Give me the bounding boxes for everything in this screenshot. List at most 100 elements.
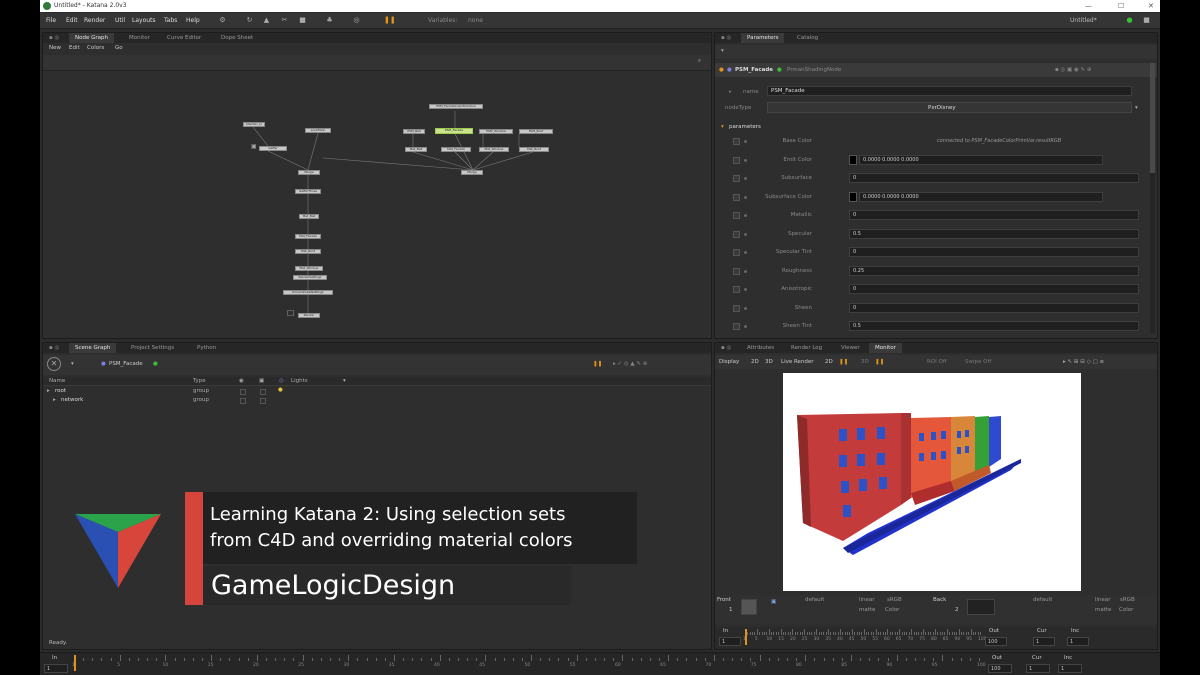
node-mat-roof[interactable]: Mat_Roof xyxy=(519,147,549,152)
node-mat-window-assign[interactable]: Mat_Window xyxy=(295,266,323,271)
display-label[interactable]: Display xyxy=(719,359,739,365)
eye-column-icon[interactable]: ◉ xyxy=(239,378,244,384)
node-mat-ball[interactable]: Mat_Ball xyxy=(405,147,427,152)
live-3d[interactable]: 3D xyxy=(861,359,869,365)
render-checkbox[interactable] xyxy=(260,398,266,404)
param-enable-checkbox[interactable] xyxy=(733,138,740,145)
pane-menu-icon[interactable]: ▪ ◎ xyxy=(715,33,737,43)
table-row[interactable]: ▸ network group xyxy=(43,396,711,405)
expand-icon[interactable]: ▸ xyxy=(47,388,50,394)
back-default[interactable]: default xyxy=(1033,597,1052,603)
clear-icon[interactable]: ✕ xyxy=(47,357,61,371)
current-frame-marker[interactable] xyxy=(745,629,747,645)
variables-value[interactable]: none xyxy=(468,13,483,29)
lights-chevron-icon[interactable]: ▾ xyxy=(343,378,346,384)
stop-render-icon[interactable]: ■ xyxy=(1142,16,1151,25)
pane-menu-icon[interactable]: ▪ ◎ xyxy=(43,343,65,353)
node-facade-color-primvar[interactable]: PSM_FacadeColorPrimitive xyxy=(429,104,483,109)
pause-icon[interactable]: ❚❚ xyxy=(593,361,602,367)
param-field[interactable]: 0.0000 0.0000 0.0000 xyxy=(859,191,1103,202)
mon-inc-field[interactable]: 1 xyxy=(1067,637,1089,646)
color-swatch[interactable] xyxy=(849,154,857,165)
minimize-icon[interactable]: — xyxy=(1085,0,1092,12)
param-link-icon[interactable] xyxy=(744,140,747,143)
node-mat-facade-assign[interactable]: Mat_Facade xyxy=(295,234,321,239)
back-srgb[interactable]: sRGB xyxy=(1120,597,1135,603)
param-link-icon[interactable] xyxy=(744,325,747,328)
current-frame-marker[interactable] xyxy=(74,655,76,671)
param-link-icon[interactable] xyxy=(744,177,747,180)
param-enable-checkbox[interactable] xyxy=(733,249,740,256)
param-link-icon[interactable] xyxy=(744,306,747,310)
refresh-icon[interactable]: ↻ xyxy=(245,16,254,25)
back-matte[interactable]: matte xyxy=(1095,607,1111,613)
param-link-icon[interactable] xyxy=(744,232,747,236)
front-default[interactable]: default xyxy=(805,597,824,603)
node-gaffer-three[interactable]: GafferThree xyxy=(295,189,321,194)
node-render-settings[interactable]: RenderSettings xyxy=(293,275,327,280)
mon-frame-ruler[interactable]: 1510152025303540455055606570758085909510… xyxy=(743,629,987,647)
tab-python[interactable]: Python xyxy=(191,343,222,353)
node-view-flag-icon[interactable]: ● xyxy=(777,67,782,73)
param-field[interactable]: 0.0000 0.0000 0.0000 xyxy=(859,154,1103,165)
param-field[interactable]: 0.5 xyxy=(849,321,1139,331)
front-swatch[interactable] xyxy=(741,599,757,615)
param-enable-checkbox[interactable] xyxy=(733,156,740,164)
param-enable-checkbox[interactable] xyxy=(733,286,740,293)
back-swatch[interactable] xyxy=(967,599,995,615)
nodetype-chevron-icon[interactable]: ▾ xyxy=(1135,105,1138,111)
scissors-icon[interactable]: ✂ xyxy=(280,16,289,25)
close-icon[interactable]: ✕ xyxy=(1148,0,1154,12)
param-enable-checkbox[interactable] xyxy=(733,212,740,219)
tab-render-log[interactable]: Render Log xyxy=(785,343,828,353)
node-mat-window[interactable]: Mat_Window xyxy=(479,147,509,152)
view-chevron-icon[interactable]: ▾ xyxy=(71,361,74,367)
parameters-scrollbar[interactable] xyxy=(1150,63,1155,333)
live-2d[interactable]: 2D xyxy=(825,359,833,365)
roi-dropdown[interactable]: ROI Off xyxy=(927,359,947,365)
node-prman-global-settings[interactable]: PrmanGlobalSettings xyxy=(283,290,333,295)
menu-file[interactable]: File xyxy=(46,13,56,29)
target-icon[interactable]: ◎ xyxy=(352,16,361,25)
pause-icon[interactable]: ❚❚ xyxy=(384,16,396,25)
menu-util[interactable]: Util xyxy=(115,13,125,29)
visibility-checkbox[interactable] xyxy=(240,389,246,395)
scrollbar-thumb[interactable] xyxy=(1150,63,1155,173)
param-enable-checkbox[interactable] xyxy=(733,323,740,330)
front-linear[interactable]: linear xyxy=(859,597,875,603)
expand-icon[interactable]: ▸ xyxy=(53,397,56,403)
tab-parameters[interactable]: Parameters xyxy=(741,33,785,43)
param-link-icon[interactable] xyxy=(744,269,747,273)
inc-field[interactable]: 1 xyxy=(1058,664,1082,673)
live-render-label[interactable]: Live Render xyxy=(781,359,814,365)
maximize-icon[interactable]: ☐ xyxy=(1118,0,1124,12)
nodetype-dropdown[interactable]: PxrDisney xyxy=(767,102,1132,113)
param-field[interactable]: 0.5 xyxy=(849,228,1139,239)
param-enable-checkbox[interactable] xyxy=(733,304,740,312)
col-type[interactable]: Type xyxy=(193,378,206,384)
node-lookfile-in[interactable]: LookFileIn xyxy=(305,128,331,133)
render-column-icon[interactable]: ▣ xyxy=(259,378,264,384)
render-checkbox[interactable] xyxy=(260,389,266,395)
tab-monitor[interactable]: Monitor xyxy=(869,343,902,353)
section-expand-icon[interactable]: ▾ xyxy=(721,124,724,130)
menu-layouts[interactable]: Layouts xyxy=(132,13,156,29)
live-pause-icon[interactable]: ❚❚ xyxy=(839,359,848,365)
param-link-icon[interactable] xyxy=(744,158,747,162)
menu-tabs[interactable]: Tabs xyxy=(164,13,177,29)
param-field[interactable]: 0 xyxy=(849,302,1139,313)
node-alembic-in[interactable]: Alembic_In xyxy=(243,122,265,127)
monitor-tools[interactable]: ▸ ↖ ⊞ ⊟ ◇ ▢ ≡ xyxy=(1063,359,1104,365)
param-enable-checkbox[interactable] xyxy=(733,267,740,275)
mon-in-field[interactable]: 1 xyxy=(719,637,741,646)
name-field[interactable]: PSM_Facade xyxy=(767,86,1132,96)
swipe-dropdown[interactable]: Swipe Off xyxy=(965,359,991,365)
mon-out-field[interactable]: 100 xyxy=(985,637,1007,646)
menu-render[interactable]: Render xyxy=(84,13,105,29)
tab-scene-graph[interactable]: Scene Graph xyxy=(69,343,117,353)
tab-catalog[interactable]: Catalog xyxy=(791,33,824,43)
node-mat-facade[interactable]: Mat_Facade xyxy=(441,147,471,152)
tab-attributes[interactable]: Attributes xyxy=(741,343,780,353)
menu-help[interactable]: Help xyxy=(186,13,200,29)
visibility-checkbox[interactable] xyxy=(240,398,246,404)
